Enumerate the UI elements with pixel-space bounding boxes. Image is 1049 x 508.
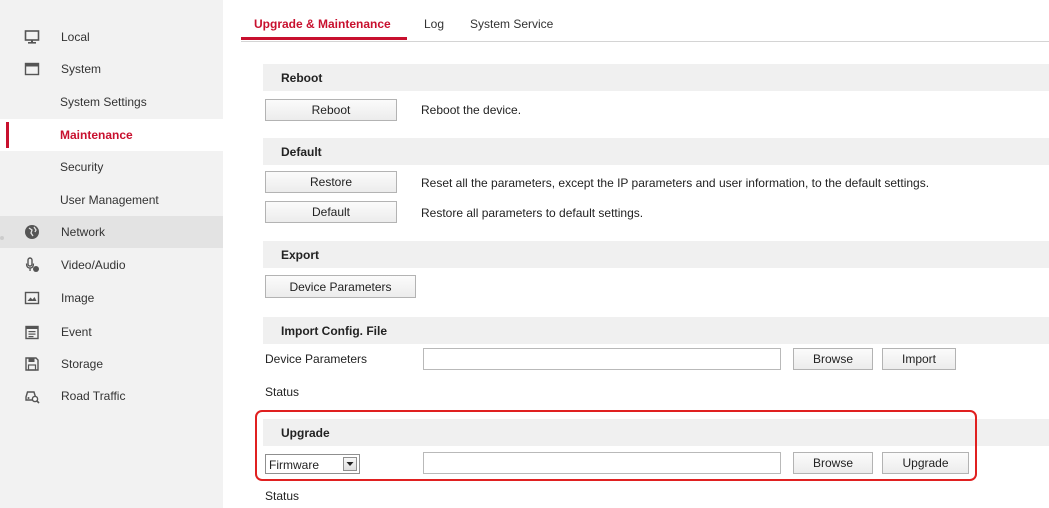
sidebar-item-label: Video/Audio: [61, 258, 126, 272]
monitor-icon: [24, 29, 40, 45]
collapse-handle[interactable]: [0, 236, 4, 240]
tab-upgrade-maintenance[interactable]: Upgrade & Maintenance: [254, 17, 391, 31]
sidebar-item-label: Maintenance: [60, 128, 133, 142]
sidebar-item-local[interactable]: Local: [0, 21, 223, 53]
section-title: Upgrade: [281, 426, 330, 440]
default-section-header: Default: [263, 138, 1049, 165]
section-title: Reboot: [281, 71, 323, 85]
section-title: Default: [281, 145, 322, 159]
sidebar-item-image[interactable]: Image: [0, 282, 223, 314]
sidebar-item-label: Local: [61, 30, 90, 44]
upgrade-file-path-input[interactable]: [423, 452, 781, 474]
sidebar-item-label: Network: [61, 225, 106, 239]
sidebar-item-label: Image: [61, 291, 95, 305]
sidebar-item-label: Storage: [61, 357, 104, 371]
import-file-path-input[interactable]: [423, 348, 781, 370]
upgrade-button[interactable]: Upgrade: [882, 452, 969, 474]
default-description: Restore all parameters to default settin…: [421, 206, 644, 220]
reboot-description: Reboot the device.: [421, 103, 522, 117]
chevron-down-icon[interactable]: [343, 457, 357, 471]
save-icon: [24, 356, 40, 372]
restore-description: Reset all the parameters, except the IP …: [421, 176, 930, 190]
import-config-section-header: Import Config. File: [263, 317, 1049, 344]
microphone-icon: [24, 257, 40, 273]
globe-icon: [24, 224, 40, 240]
sidebar-item-event[interactable]: Event: [0, 316, 223, 348]
calendar-icon: [24, 324, 40, 340]
sidebar-item-system[interactable]: System: [0, 53, 223, 85]
default-button[interactable]: Default: [265, 201, 397, 223]
import-status-label: Status: [265, 385, 300, 399]
import-button[interactable]: Import: [882, 348, 956, 370]
tab-system-service[interactable]: System Service: [470, 17, 553, 31]
sidebar-item-label: Event: [61, 325, 92, 339]
reboot-button[interactable]: Reboot: [265, 99, 397, 121]
car-search-icon: [24, 388, 40, 404]
sidebar-item-security[interactable]: Security: [0, 151, 223, 183]
image-icon: [24, 290, 40, 306]
sidebar-item-network[interactable]: Network: [0, 216, 223, 248]
tab-bar: Upgrade & Maintenance Log System Service: [241, 0, 1049, 42]
export-section-header: Export: [263, 241, 1049, 268]
import-browse-button[interactable]: Browse: [793, 348, 873, 370]
sidebar-item-video-audio[interactable]: Video/Audio: [0, 249, 223, 281]
upgrade-section-header: Upgrade: [263, 419, 1049, 446]
section-title: Export: [281, 248, 320, 262]
sidebar-item-label: User Management: [60, 193, 159, 207]
section-title: Import Config. File: [281, 324, 387, 338]
sidebar-item-road-traffic[interactable]: Road Traffic: [0, 380, 223, 412]
active-tab-indicator: [241, 37, 407, 40]
sidebar-item-label: Security: [60, 160, 104, 174]
import-field-label: Device Parameters: [265, 352, 368, 366]
window-icon: [24, 61, 40, 77]
select-value: Firmware: [269, 458, 319, 472]
sidebar-item-system-settings[interactable]: System Settings: [0, 86, 223, 118]
sidebar-item-storage[interactable]: Storage: [0, 348, 223, 380]
sidebar-item-maintenance[interactable]: Maintenance: [0, 119, 223, 151]
reboot-section-header: Reboot: [263, 64, 1049, 91]
sidebar: Local System System Settings Maintenance…: [0, 0, 223, 508]
upgrade-type-select[interactable]: Firmware: [265, 454, 360, 474]
sidebar-item-user-management[interactable]: User Management: [0, 184, 223, 216]
sidebar-item-label: Road Traffic: [61, 389, 126, 403]
restore-button[interactable]: Restore: [265, 171, 397, 193]
upgrade-browse-button[interactable]: Browse: [793, 452, 873, 474]
upgrade-status-label: Status: [265, 489, 300, 503]
export-device-parameters-button[interactable]: Device Parameters: [265, 275, 416, 298]
sidebar-item-label: System: [61, 62, 102, 76]
tab-log[interactable]: Log: [424, 17, 444, 31]
sidebar-item-label: System Settings: [60, 95, 147, 109]
